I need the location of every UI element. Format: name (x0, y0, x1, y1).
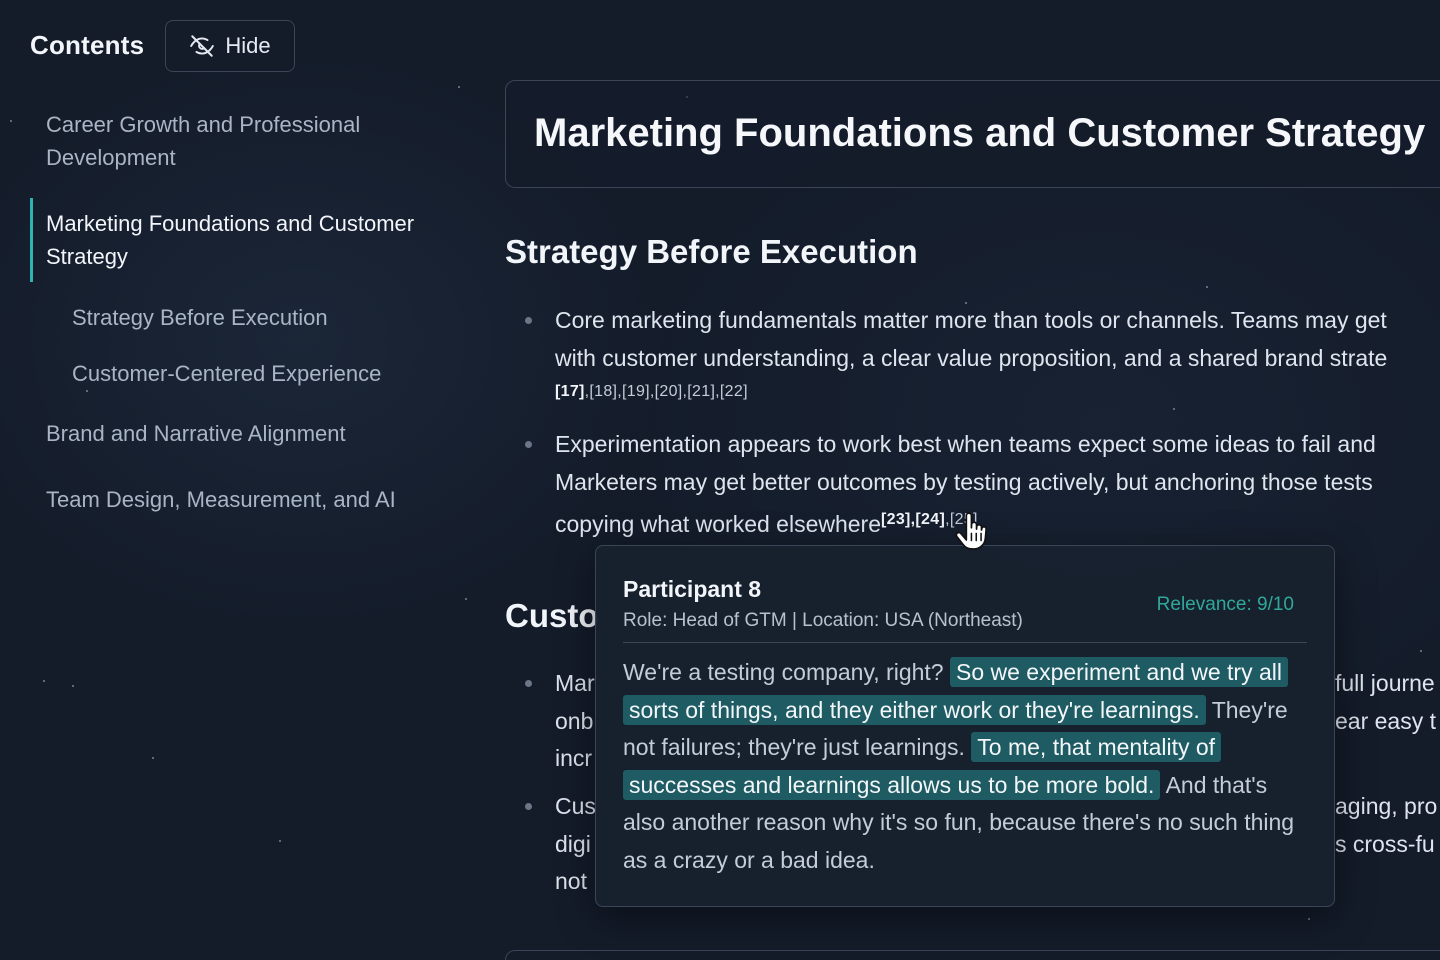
toc-item-label: Marketing Foundations and Customer Strat… (46, 211, 415, 269)
bullet-line-right: s cross-fu (1335, 830, 1435, 857)
toc-item-career-growth[interactable]: Career Growth and Professional Developme… (30, 108, 450, 174)
citation-group: [17],[18],[19],[20],[21],[22] (555, 377, 1387, 403)
toc-subitem-customer-centered-experience[interactable]: Customer-Centered Experience (30, 357, 450, 390)
citation-popover[interactable]: Participant 8 Role: Head of GTM | Locati… (595, 545, 1335, 907)
toc-item-label: Strategy Before Execution (72, 305, 328, 330)
hand-pointer-icon (955, 512, 988, 550)
quote-text: We're a testing company, right? (623, 659, 944, 685)
bullet-line: digi (555, 830, 591, 857)
bullet-line: onb (555, 707, 594, 734)
section-heading-customer: Custo (505, 597, 599, 634)
bullet-dot (525, 680, 532, 687)
bullet-line: Core marketing fundamentals matter more … (555, 307, 1387, 333)
contents-title: Contents (30, 30, 145, 60)
hide-button-label: Hide (225, 33, 271, 58)
bullet-line-text: copying what worked elsewhere (555, 511, 882, 537)
citation-link[interactable]: [17] (555, 383, 585, 400)
bullet-text: Mar onb incr (555, 665, 595, 778)
bullet-line-right: ear easy t (1335, 707, 1436, 734)
hide-contents-button[interactable]: Hide (165, 20, 295, 72)
toc-item-label: Brand and Narrative Alignment (46, 421, 346, 446)
bullet-line: incr (555, 745, 593, 771)
toc-item-team-design[interactable]: Team Design, Measurement, and AI (30, 483, 450, 516)
bullet-line-right: aging, pro (1335, 793, 1438, 819)
toc-item-label: Customer-Centered Experience (72, 361, 382, 386)
bullet-dot (525, 803, 532, 810)
participant-name: Participant 8 (623, 576, 762, 602)
bullet-text: Core marketing fundamentals matter more … (555, 302, 1387, 403)
bullet-line: Cus (555, 793, 596, 819)
bullet-line: Marketers may get better outcomes by tes… (555, 468, 1373, 495)
bullet-line: with customer understanding, a clear val… (555, 344, 1388, 371)
toc-item-brand-narrative[interactable]: Brand and Narrative Alignment (30, 417, 450, 450)
eye-off-icon (190, 35, 215, 57)
section-heading-strategy: Strategy Before Execution (505, 233, 918, 270)
toc-item-marketing-foundations[interactable]: Marketing Foundations and Customer Strat… (30, 198, 450, 282)
relevance-score: Relevance: 9/10 (1156, 594, 1294, 615)
divider (623, 642, 1307, 643)
title-card: Marketing Foundations and Customer Strat… (505, 80, 1440, 188)
bullet-dot (525, 317, 532, 324)
bullet-line: Experimentation appears to work best whe… (555, 431, 1376, 457)
bullet-text: Cus digi not (555, 788, 596, 901)
bullet-dot (525, 441, 532, 448)
table-of-contents-sidebar: Contents Hide Career Growth and Professi… (0, 0, 470, 960)
toc-item-label: Career Growth and Professional Developme… (46, 112, 361, 170)
bullet-line: Mar (555, 670, 595, 696)
toc-item-label: Team Design, Measurement, and AI (46, 487, 396, 512)
citation-link[interactable]: ,[18],[19],[20],[21],[22] (585, 383, 748, 400)
page-title: Marketing Foundations and Customer Strat… (534, 111, 1426, 155)
toc-subitem-strategy-before-execution[interactable]: Strategy Before Execution (30, 301, 450, 334)
citation-link-hovered[interactable]: [24] (915, 511, 945, 528)
citation-link[interactable]: [23], (881, 511, 915, 528)
bullet-line-right: full journe (1335, 670, 1435, 696)
next-card (505, 950, 1440, 960)
participant-meta: Role: Head of GTM | Location: USA (North… (623, 610, 1023, 631)
participant-quote: We're a testing company, right? So we ex… (623, 654, 1313, 880)
bullet-line: not (555, 868, 587, 894)
